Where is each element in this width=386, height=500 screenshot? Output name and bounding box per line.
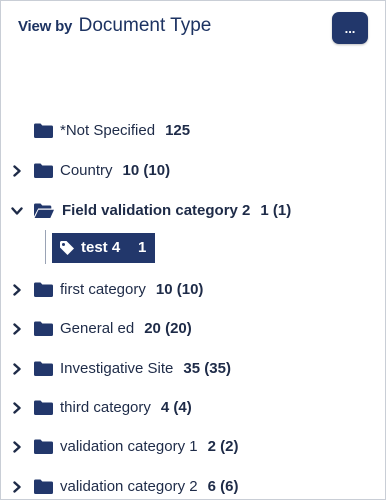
- chevron-right-icon[interactable]: [10, 283, 24, 297]
- selected-tag-item[interactable]: test 4 1: [52, 233, 155, 263]
- folder-icon: [34, 400, 53, 415]
- chevron-right-icon[interactable]: [10, 362, 24, 376]
- panel-title: View by Document Type: [18, 15, 211, 37]
- tree-item[interactable]: validation category 1 2 (2): [1, 435, 385, 459]
- tree-item[interactable]: validation category 2 6 (6): [1, 475, 385, 499]
- tree-item-text: Investigative Site: [60, 360, 174, 377]
- more-options-label: ...: [344, 20, 356, 36]
- tree-item[interactable]: third category 4 (4): [1, 396, 385, 420]
- tree-item[interactable]: Country 10 (10): [1, 159, 385, 183]
- chevron-right-icon[interactable]: [10, 401, 24, 415]
- chevron-right-icon[interactable]: [10, 440, 24, 454]
- tree-item-label: Field validation category 2 1 (1): [62, 202, 291, 219]
- tree-item-label: General ed 20 (20): [60, 320, 192, 337]
- chevron-right-icon[interactable]: [10, 480, 24, 494]
- tree-item-count: 4 (4): [160, 399, 192, 416]
- tree-item-count: 35 (35): [183, 360, 231, 377]
- chevron-right-icon[interactable]: [10, 164, 24, 178]
- tree-item-count: 10 (10): [122, 162, 171, 179]
- folder-icon: [34, 163, 53, 178]
- tree-item-label: third category 4 (4): [60, 399, 192, 416]
- folder-icon: [34, 321, 53, 336]
- folder-icon: [34, 479, 53, 494]
- tree-item-text: validation category 2: [60, 478, 198, 495]
- chevron-down-icon[interactable]: [10, 204, 24, 218]
- tag-icon: [59, 240, 75, 256]
- tag-count: 1: [138, 239, 147, 256]
- more-options-button[interactable]: ...: [332, 12, 368, 44]
- tree-item-text: first category: [60, 281, 146, 298]
- tree-item-text: *Not Specified: [60, 122, 156, 139]
- document-type-panel: View by Document Type ... *Not Specified…: [0, 0, 386, 500]
- tree-item[interactable]: General ed 20 (20): [1, 317, 385, 341]
- title-main: Document Type: [78, 15, 212, 36]
- tree-item-label: *Not Specified 125: [60, 122, 190, 139]
- tree-item-count: 20 (20): [144, 320, 192, 337]
- folder-icon: [34, 439, 53, 454]
- tree-item-text: third category: [60, 399, 151, 416]
- folder-icon: [34, 123, 53, 138]
- tree-item-count: 125: [165, 122, 191, 139]
- panel-header: View by Document Type ...: [18, 12, 385, 45]
- tree-item-count: 10 (10): [155, 281, 204, 298]
- tree-guide-line: [45, 230, 46, 264]
- tree-item-count: 6 (6): [207, 478, 239, 495]
- tree-item-text: Country: [60, 162, 113, 179]
- tree-item-text: General ed: [60, 320, 135, 337]
- tree-item[interactable]: Field validation category 2 1 (1): [1, 199, 385, 223]
- tree-item-text: Field validation category 2: [62, 202, 251, 219]
- tree-item-label: validation category 2 6 (6): [60, 478, 238, 495]
- folder-icon: [34, 361, 53, 376]
- tree-item[interactable]: *Not Specified 125: [1, 119, 385, 143]
- tree-item[interactable]: Investigative Site 35 (35): [1, 357, 385, 381]
- tree-item-label: validation category 1 2 (2): [60, 438, 238, 455]
- tree-item-count: 2 (2): [207, 438, 239, 455]
- tree-item-label: Country 10 (10): [60, 162, 170, 179]
- tree-item-count: 1 (1): [260, 202, 292, 219]
- chevron-right-icon[interactable]: [10, 322, 24, 336]
- folder-open-icon: [34, 203, 54, 218]
- folder-icon: [34, 282, 53, 297]
- tree-item-label: Investigative Site 35 (35): [60, 360, 231, 377]
- tree-item[interactable]: first category 10 (10): [1, 278, 385, 302]
- tag-label: test 4: [81, 239, 121, 256]
- title-prefix: View by: [18, 18, 73, 35]
- tree-item-label: first category 10 (10): [60, 281, 203, 298]
- tree-item-text: validation category 1: [60, 438, 198, 455]
